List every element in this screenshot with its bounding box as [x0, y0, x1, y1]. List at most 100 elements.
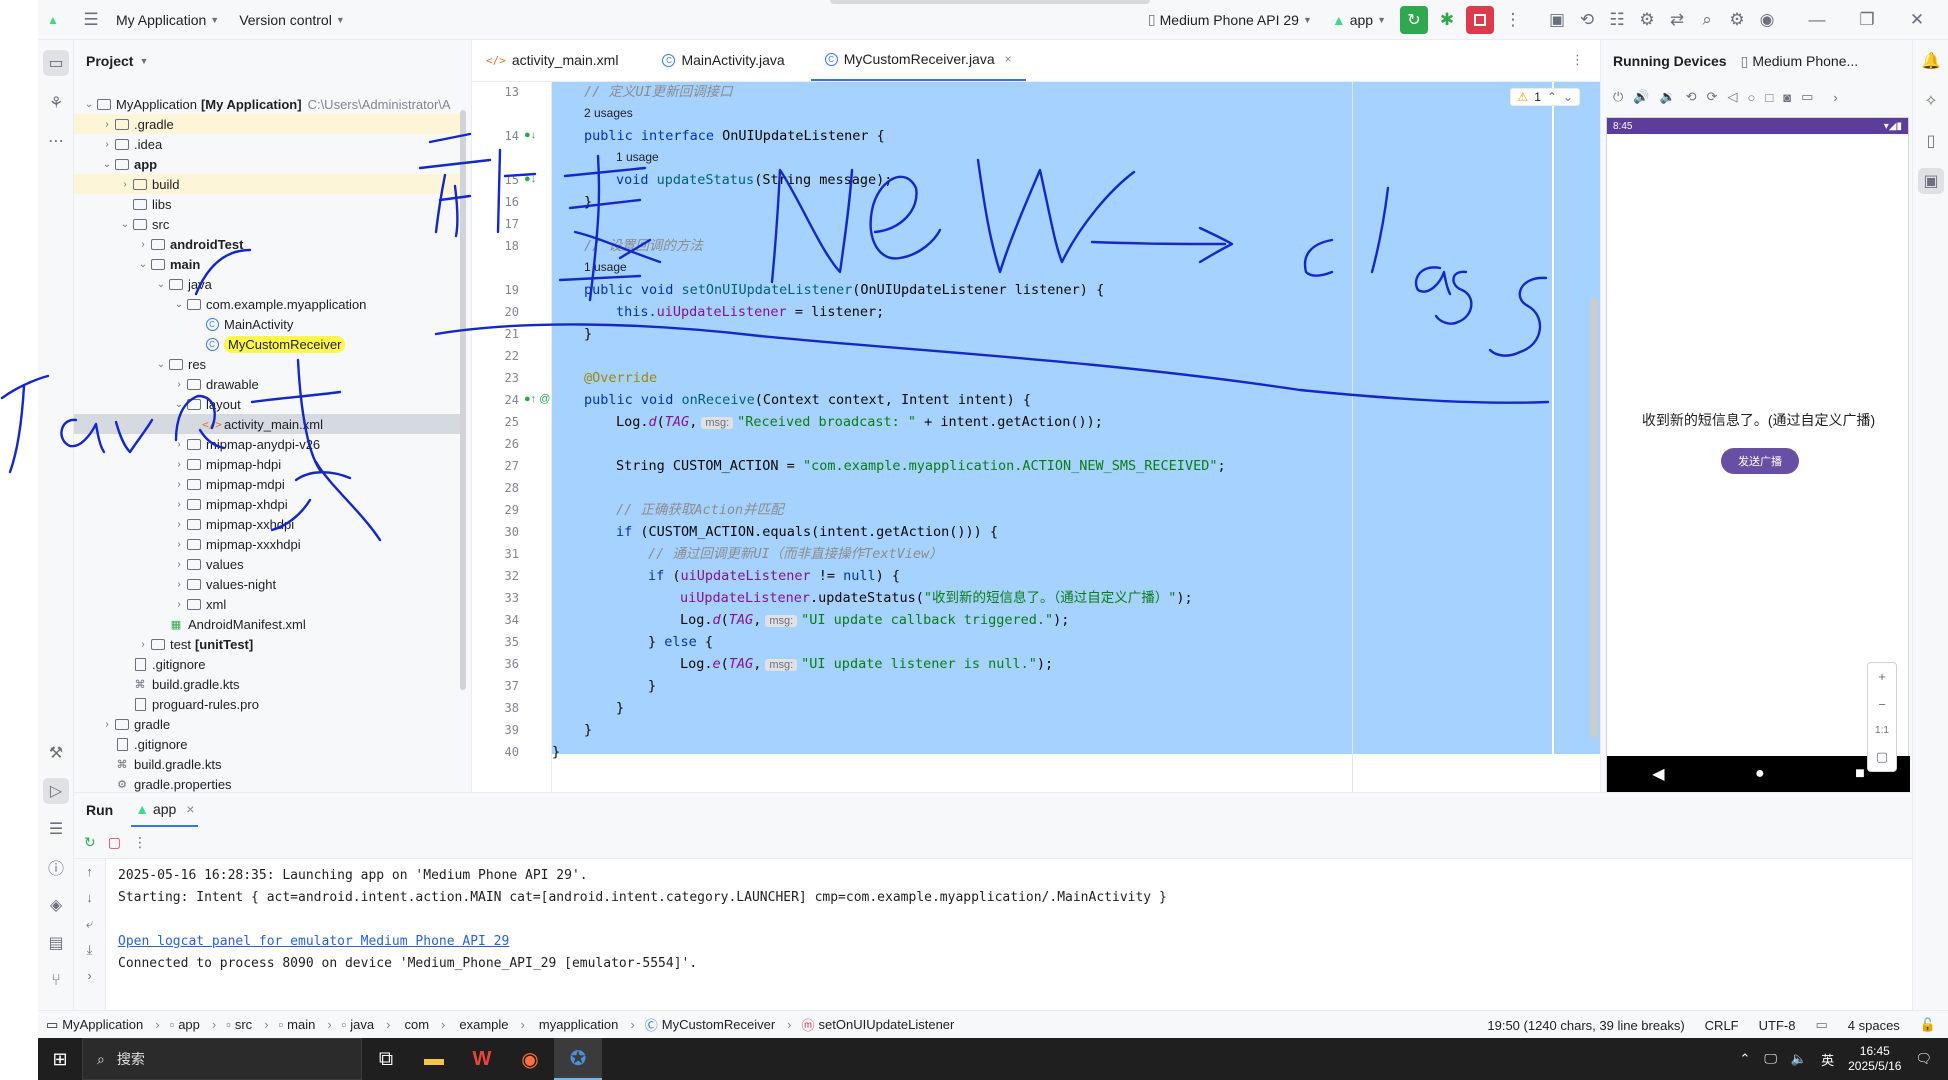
emulator-screen[interactable]: 8:45 ▾◢▮ 收到新的短信息了。(通过自定义广播) 发送广播 ◀ ● ■	[1606, 117, 1910, 793]
project-panel-header[interactable]: Project ▼	[74, 40, 471, 82]
tree-item[interactable]: › mipmap-xhdpi	[74, 494, 460, 514]
line-separator[interactable]: CRLF	[1705, 1018, 1739, 1033]
breadcrumb-item[interactable]: ▫ src ›	[226, 1015, 268, 1034]
rotate-left-icon[interactable]: ⟲	[1686, 89, 1697, 105]
tree-item[interactable]: ⌄ com.example.myapplication	[74, 294, 460, 314]
chevron-right-icon[interactable]: ›	[172, 519, 186, 530]
sync-icon[interactable]: ⇄	[1662, 5, 1692, 35]
tree-item[interactable]: C MainActivity	[74, 314, 460, 334]
settings-icon[interactable]: ⚙	[1722, 5, 1752, 35]
home-icon[interactable]: ○	[1747, 90, 1755, 105]
expand-icon[interactable]: ›	[74, 963, 105, 989]
tab-more-icon[interactable]: ⋮	[1571, 52, 1584, 68]
chevron-down-icon[interactable]: ⌄	[172, 299, 186, 310]
breadcrumb-item[interactable]: ▫ java ›	[342, 1015, 391, 1034]
project-selector[interactable]: My Application ▼	[106, 5, 229, 35]
tree-item[interactable]: ⚙ gradle.properties	[74, 774, 460, 792]
project-tool-icon[interactable]: ▭	[43, 50, 69, 76]
more-icon[interactable]: ›	[1833, 90, 1837, 105]
breadcrumb-item[interactable]: ▫ main ›	[279, 1015, 332, 1034]
tree-item[interactable]: ⌄ main	[74, 254, 460, 274]
breadcrumb-item[interactable]: com ›	[400, 1015, 445, 1034]
implementation-marker-icon[interactable]: ●↑ @	[524, 393, 550, 405]
readonly-icon[interactable]: ▭	[1815, 1017, 1827, 1033]
chevron-down-icon[interactable]: ⌄	[154, 359, 168, 370]
console-output[interactable]: 2025-05-16 16:28:35: Launching app on 'M…	[118, 865, 1167, 975]
tree-item[interactable]: › drawable	[74, 374, 460, 394]
close-tab-icon[interactable]: ×	[186, 801, 194, 817]
lock-icon[interactable]: 🔓	[1920, 1017, 1936, 1033]
more-actions-icon[interactable]: ⋮	[1498, 5, 1528, 35]
breadcrumb-item[interactable]: ▭ MyApplication ›	[46, 1015, 160, 1034]
tree-item[interactable]: › mipmap-hdpi	[74, 454, 460, 474]
chevron-right-icon[interactable]: ›	[172, 579, 186, 590]
tree-item[interactable]: › .gradle	[74, 114, 460, 134]
tree-item[interactable]: ⌘ build.gradle.kts	[74, 754, 460, 774]
tree-item[interactable]: ⌄ java	[74, 274, 460, 294]
device-manager-icon[interactable]: ▯	[1918, 128, 1944, 154]
chevron-down-icon[interactable]: ⌄	[136, 259, 150, 270]
screenshot-icon[interactable]: ◙	[1783, 90, 1791, 105]
chevron-up-icon[interactable]: ⌃	[1547, 90, 1557, 104]
profiler-icon[interactable]: ⚙	[1632, 5, 1662, 35]
run-tool-icon[interactable]: ▷	[43, 778, 69, 804]
rerun-button[interactable]: ↻	[1400, 5, 1428, 34]
git-icon[interactable]: ⑂	[43, 968, 69, 994]
code-area[interactable]: // 定义UI更新回调接口 2 usages public interface …	[552, 82, 1544, 782]
chevron-right-icon[interactable]: ›	[136, 239, 150, 250]
chevron-down-icon[interactable]: ⌄	[82, 99, 96, 110]
device-selector[interactable]: ▯ Medium Phone API 29 ▼	[1138, 5, 1322, 35]
tree-item[interactable]: ⌄ app	[74, 154, 460, 174]
tab-main-activity-java[interactable]: C MainActivity.java	[632, 39, 798, 81]
restore-icon[interactable]: ❐	[1852, 5, 1882, 35]
tree-item[interactable]: </> activity_main.xml	[74, 414, 460, 434]
windows-start-icon[interactable]: ⊞	[38, 1038, 82, 1080]
tree-item[interactable]: libs	[74, 194, 460, 214]
soft-wrap-icon[interactable]: ⤶	[74, 911, 105, 937]
resource-manager-icon[interactable]: ⚘	[43, 90, 69, 116]
tree-item[interactable]: .gitignore	[74, 734, 460, 754]
volume-icon[interactable]: 🔈	[1791, 1051, 1807, 1067]
more-icon[interactable]: ⋮	[133, 834, 147, 851]
device-manager-icon[interactable]: ▣	[1542, 5, 1572, 35]
tree-item[interactable]: ⌄ layout	[74, 394, 460, 414]
scroll-up-icon[interactable]: ↑	[74, 859, 105, 885]
breadcrumb-item[interactable]: myapplication ›	[535, 1015, 635, 1034]
tree-item[interactable]: › values	[74, 554, 460, 574]
network-icon[interactable]: 🖵	[1764, 1051, 1777, 1067]
close-tab-icon[interactable]: ×	[1005, 52, 1012, 66]
overview-icon[interactable]: □	[1765, 90, 1773, 105]
zoom-fit-icon[interactable]: ▢	[1876, 749, 1888, 765]
tree-item[interactable]: › mipmap-anydpi-v26	[74, 434, 460, 454]
tab-my-custom-receiver-java[interactable]: C MyCustomReceiver.java ×	[810, 39, 1026, 81]
more-tools-icon[interactable]: ⋯	[43, 128, 69, 154]
task-view-icon[interactable]: ⧉	[362, 1038, 410, 1080]
tree-item[interactable]: ⌄ MyApplication [My Application] C:\Users\A…	[74, 94, 460, 114]
stop-icon[interactable]: ▢	[108, 834, 121, 851]
tree-item[interactable]: › mipmap-xxhdpi	[74, 514, 460, 534]
tree-item[interactable]: › values-night	[74, 574, 460, 594]
vcs-selector[interactable]: Version control ▼	[229, 5, 355, 35]
rerun-icon[interactable]: ↻	[84, 834, 96, 851]
zoom-ratio[interactable]: 1:1	[1875, 725, 1889, 736]
chevron-right-icon[interactable]: ›	[172, 499, 186, 510]
chevron-right-icon[interactable]: ›	[172, 539, 186, 550]
tree-item[interactable]: › test [unitTest]	[74, 634, 460, 654]
tree-item[interactable]: › .idea	[74, 134, 460, 154]
chevron-down-icon[interactable]: ⌄	[1563, 90, 1573, 104]
volume-up-icon[interactable]: 🔊	[1633, 89, 1649, 105]
input-method[interactable]: 英	[1821, 1050, 1834, 1069]
terminal-icon[interactable]: ▤	[43, 930, 69, 956]
editor-scrollbar[interactable]	[1590, 298, 1598, 738]
inspection-widget[interactable]: ⚠ 1 ⌃ ⌄	[1510, 88, 1580, 106]
breadcrumb-item[interactable]: ⓜ setOnUIUpdateListener	[802, 1015, 955, 1034]
usage-hint[interactable]: 1 usage	[616, 150, 659, 164]
app-quality-icon[interactable]: ◈	[43, 892, 69, 918]
tray-chevron-icon[interactable]: ⌃	[1739, 1051, 1750, 1067]
stop-button[interactable]	[1466, 5, 1494, 34]
problems-icon[interactable]: ⓘ	[43, 854, 69, 880]
implementation-marker-icon[interactable]: ●↓	[524, 129, 536, 141]
record-icon[interactable]: ▭	[1801, 89, 1813, 105]
chevron-right-icon[interactable]: ›	[172, 559, 186, 570]
usage-hint[interactable]: 1 usage	[584, 260, 627, 274]
